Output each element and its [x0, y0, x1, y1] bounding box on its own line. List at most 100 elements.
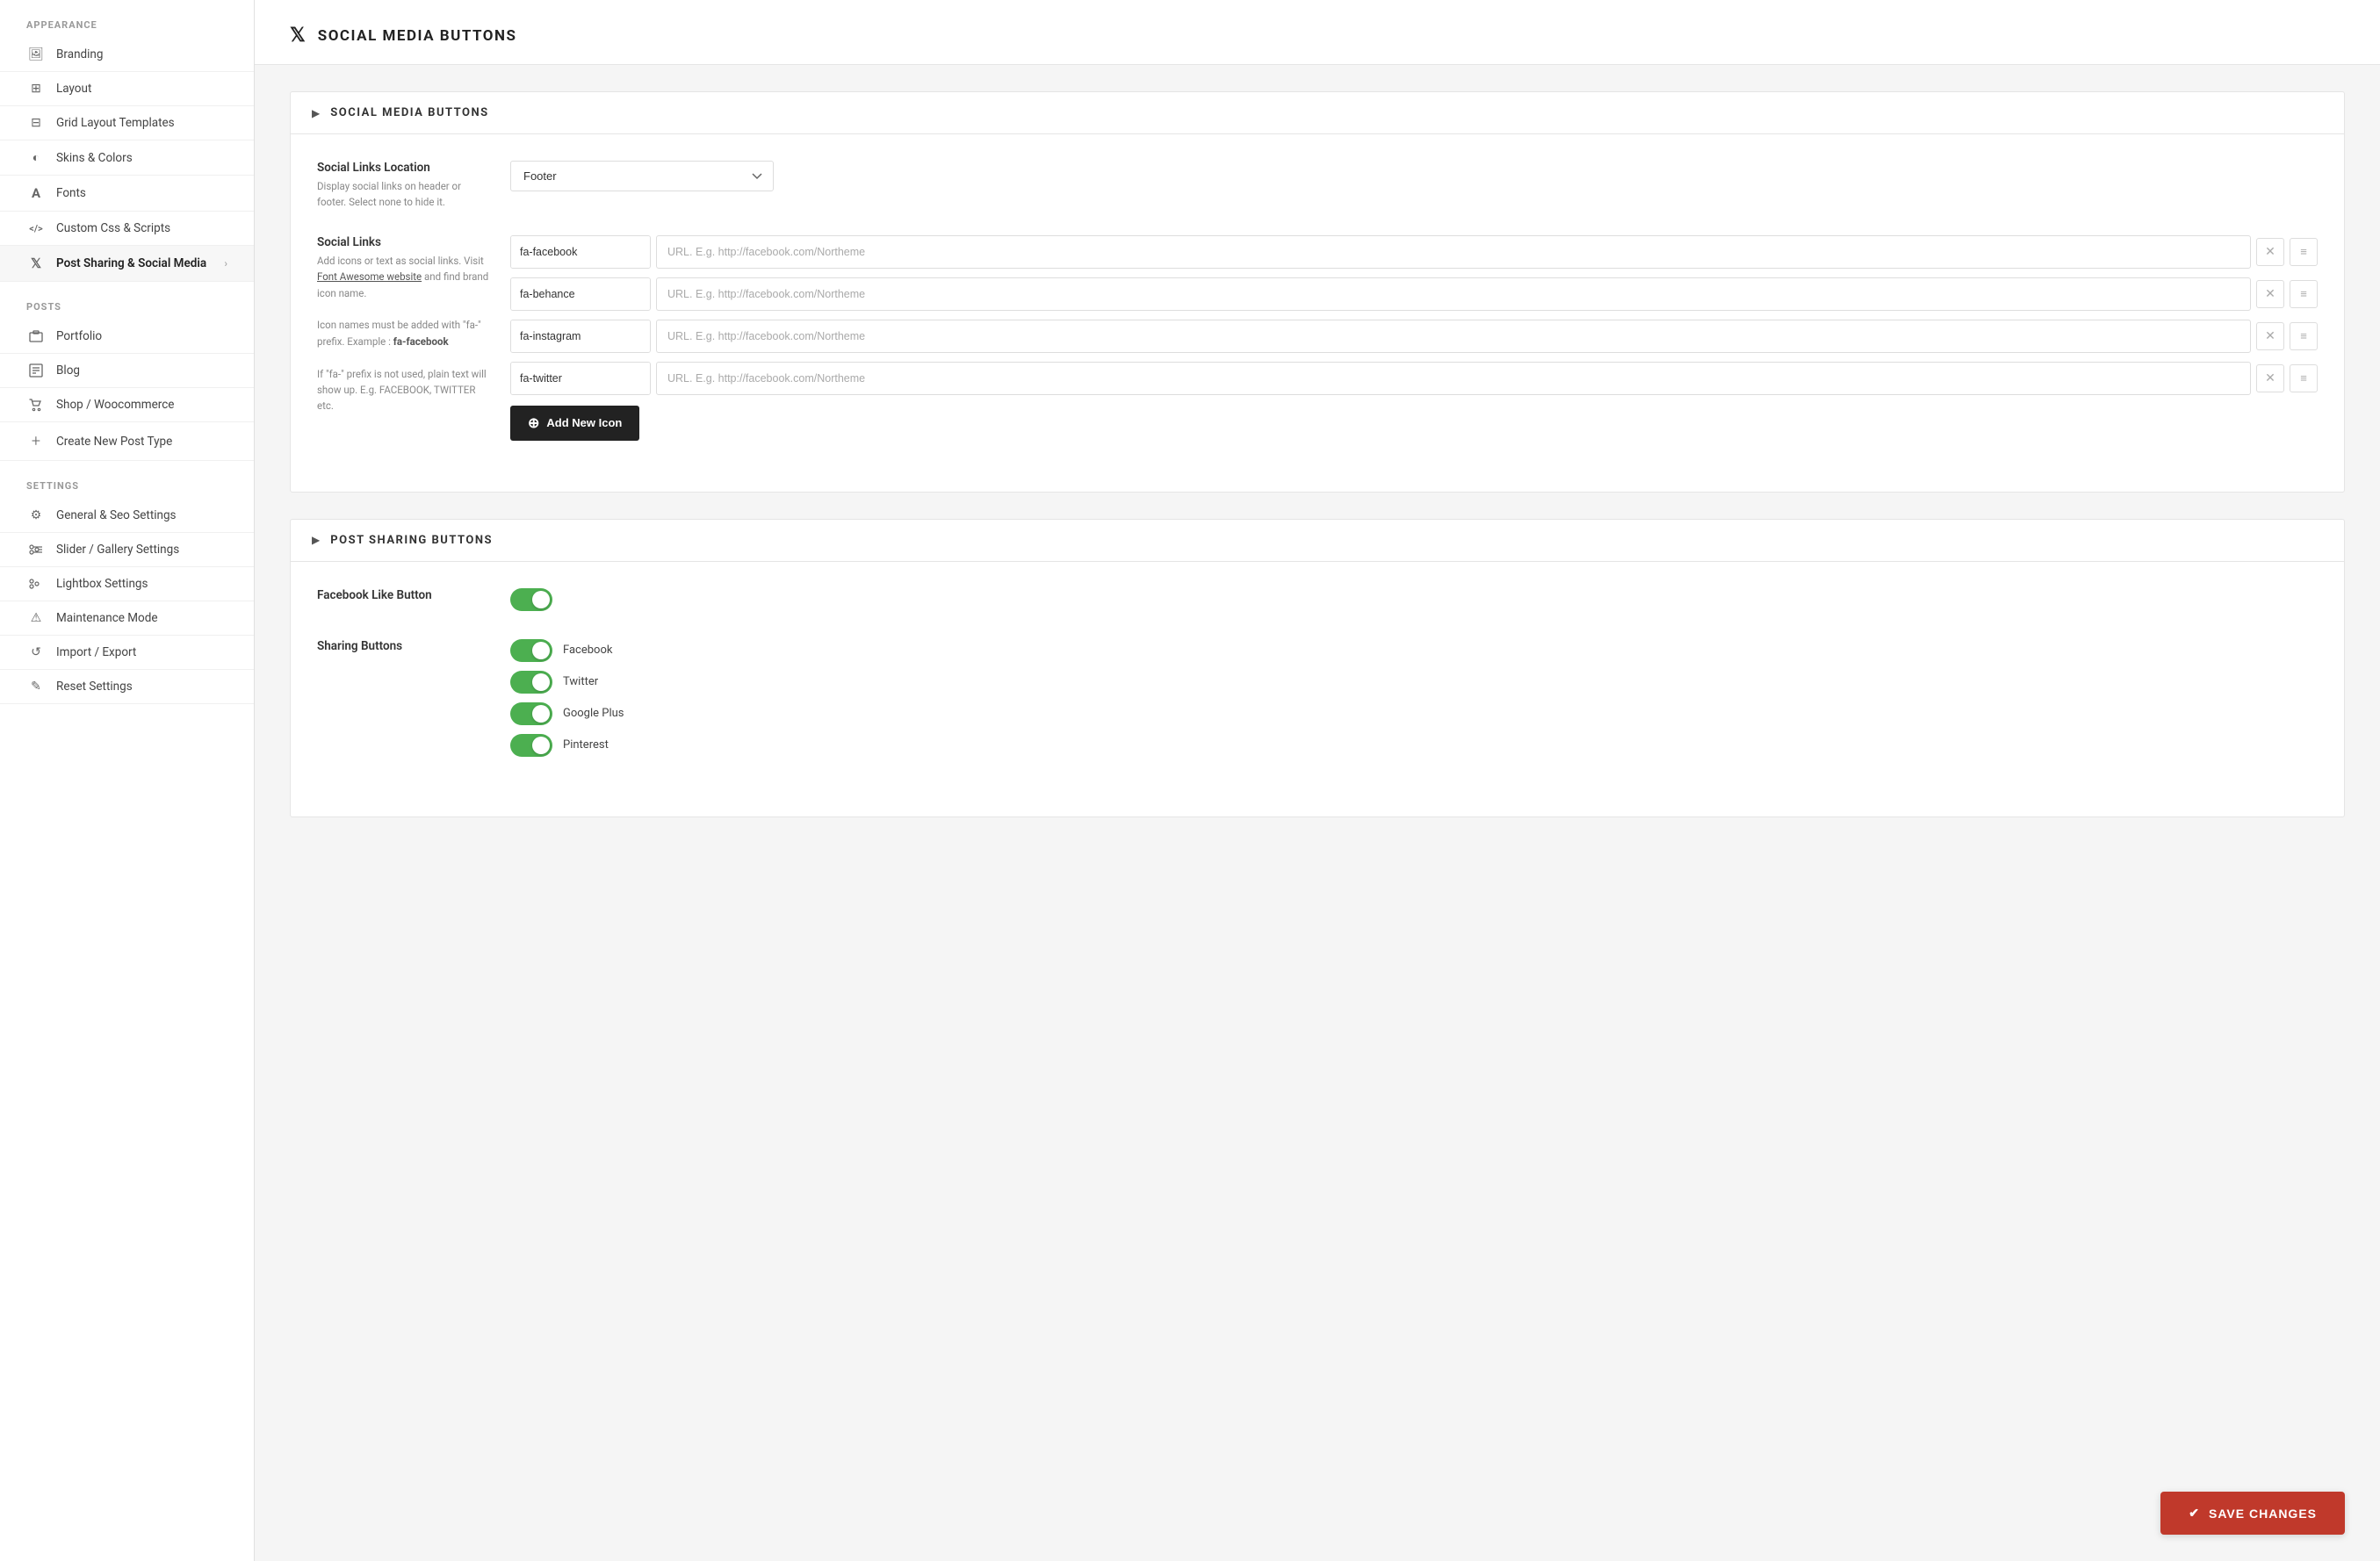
sharing-buttons-control: Facebook Twitter	[510, 639, 2318, 766]
url-input-facebook[interactable]	[656, 235, 2251, 269]
social-links-desc-text-3: Icon names must be added with "fa-" pref…	[317, 319, 481, 347]
sidebar-appearance-label: APPEARANCE	[0, 0, 254, 38]
add-icon-plus: ⊕	[528, 414, 539, 432]
drag-handle-twitter[interactable]: ≡	[2290, 364, 2318, 392]
social-link-row-facebook: f ✕ ≡	[510, 235, 2318, 269]
social-links-label: Social Links	[317, 235, 493, 249]
url-input-behance[interactable]	[656, 277, 2251, 311]
sidebar-item-label: Fonts	[56, 186, 86, 200]
post-sharing-section-title: POST SHARING BUTTONS	[330, 534, 493, 547]
twitter-sidebar-icon: 𝕏	[26, 255, 46, 271]
sidebar-item-maintenance[interactable]: ⚠ Maintenance Mode	[0, 601, 254, 636]
social-links-location-desc: Display social links on header or footer…	[317, 178, 493, 211]
sharing-buttons-label: Sharing Buttons	[317, 639, 493, 653]
social-links-label-col: Social Links Add icons or text as social…	[317, 235, 510, 414]
remove-link-behance[interactable]: ✕	[2256, 280, 2284, 308]
social-link-row-twitter: ✕ ≡	[510, 362, 2318, 395]
layout-icon: ⊞	[26, 82, 46, 96]
sidebar-item-skins-colors[interactable]: ◐ Skins & Colors	[0, 140, 254, 176]
social-link-row-instagram: ✕ ≡	[510, 320, 2318, 353]
icon-name-input-twitter[interactable]	[511, 363, 651, 394]
sidebar-item-layout[interactable]: ⊞ Layout	[0, 72, 254, 106]
facebook-like-row: Facebook Like Button	[317, 588, 2318, 615]
icon-name-wrap-twitter	[510, 362, 651, 395]
sidebar-item-branding[interactable]: 🖼 Branding	[0, 38, 254, 72]
sidebar-item-create-post-type[interactable]: + Create New Post Type	[0, 422, 254, 461]
sharing-google-plus-slider	[510, 702, 552, 725]
social-links-location-row: Social Links Location Display social lin…	[317, 161, 2318, 211]
page-header: 𝕏 SOCIAL MEDIA BUTTONS	[255, 0, 2380, 65]
sharing-buttons-label-col: Sharing Buttons	[317, 639, 510, 657]
sidebar-item-post-sharing[interactable]: 𝕏 Post Sharing & Social Media ›	[0, 246, 254, 282]
post-sharing-section-header[interactable]: ▶ POST SHARING BUTTONS	[291, 520, 2344, 562]
sidebar-item-slider-gallery[interactable]: Slider / Gallery Settings	[0, 533, 254, 567]
facebook-like-label: Facebook Like Button	[317, 588, 493, 602]
sidebar-item-custom-css[interactable]: </> Custom Css & Scripts	[0, 212, 254, 246]
social-links-location-label: Social Links Location	[317, 161, 493, 175]
sidebar-item-shop[interactable]: Shop / Woocommerce	[0, 388, 254, 422]
sharing-twitter-label: Twitter	[563, 675, 598, 688]
sidebar-item-label: Maintenance Mode	[56, 611, 158, 625]
reset-icon: ✎	[26, 680, 46, 694]
main-content: 𝕏 SOCIAL MEDIA BUTTONS ▶ SOCIAL MEDIA BU…	[255, 0, 2380, 1561]
content-area: ▶ SOCIAL MEDIA BUTTONS Social Links Loca…	[255, 65, 2380, 870]
sidebar-item-label: Shop / Woocommerce	[56, 398, 174, 412]
sidebar: APPEARANCE 🖼 Branding ⊞ Layout ⊟ Grid La…	[0, 0, 255, 1561]
sidebar-item-label: Create New Post Type	[56, 435, 172, 449]
social-media-section-title: SOCIAL MEDIA BUTTONS	[330, 106, 488, 119]
sharing-google-plus-wrap: Google Plus	[510, 702, 2318, 725]
social-links-location-label-col: Social Links Location Display social lin…	[317, 161, 510, 211]
sidebar-item-reset-settings[interactable]: ✎ Reset Settings	[0, 670, 254, 704]
social-media-section-body: Social Links Location Display social lin…	[291, 134, 2344, 492]
icon-name-input-behance[interactable]	[511, 278, 651, 310]
facebook-like-label-col: Facebook Like Button	[317, 588, 510, 606]
icon-name-wrap-behance: Bē	[510, 277, 651, 311]
sharing-google-plus-toggle[interactable]	[510, 702, 552, 725]
save-check-icon: ✔	[2189, 1506, 2200, 1521]
icon-name-input-facebook[interactable]	[511, 236, 651, 268]
sidebar-item-label: Lightbox Settings	[56, 577, 148, 591]
facebook-like-toggle[interactable]	[510, 588, 552, 611]
sharing-pinterest-wrap: Pinterest	[510, 734, 2318, 757]
general-seo-icon: ⚙	[26, 508, 46, 522]
sharing-facebook-slider	[510, 639, 552, 662]
sidebar-item-lightbox[interactable]: Lightbox Settings	[0, 567, 254, 601]
sidebar-item-blog[interactable]: Blog	[0, 354, 254, 388]
social-media-section-header[interactable]: ▶ SOCIAL MEDIA BUTTONS	[291, 92, 2344, 134]
sidebar-item-grid-layout-templates[interactable]: ⊟ Grid Layout Templates	[0, 106, 254, 140]
drag-handle-facebook[interactable]: ≡	[2290, 238, 2318, 266]
social-link-row-behance: Bē ✕ ≡	[510, 277, 2318, 311]
add-new-icon-button[interactable]: ⊕ Add New Icon	[510, 406, 639, 441]
sharing-pinterest-toggle[interactable]	[510, 734, 552, 757]
sharing-google-plus-label: Google Plus	[563, 707, 624, 720]
maintenance-icon: ⚠	[26, 611, 46, 625]
post-sharing-arrow-icon: ▶	[312, 534, 320, 546]
sidebar-item-label: Grid Layout Templates	[56, 116, 175, 130]
page-title: SOCIAL MEDIA BUTTONS	[318, 27, 517, 45]
remove-link-facebook[interactable]: ✕	[2256, 238, 2284, 266]
social-links-location-control: None Header Footer	[510, 161, 2318, 191]
sidebar-item-portfolio[interactable]: Portfolio	[0, 320, 254, 354]
sharing-facebook-wrap: Facebook	[510, 639, 2318, 662]
social-media-section: ▶ SOCIAL MEDIA BUTTONS Social Links Loca…	[290, 91, 2345, 493]
skins-icon: ◐	[26, 150, 46, 165]
sharing-twitter-toggle[interactable]	[510, 671, 552, 694]
save-changes-label: SAVE CHANGES	[2209, 1507, 2317, 1521]
sidebar-item-label: Skins & Colors	[56, 151, 133, 165]
drag-handle-behance[interactable]: ≡	[2290, 280, 2318, 308]
social-links-location-select[interactable]: None Header Footer	[510, 161, 774, 191]
font-awesome-link[interactable]: Font Awesome website	[317, 270, 422, 283]
sidebar-item-import-export[interactable]: ↺ Import / Export	[0, 636, 254, 670]
sidebar-item-general-seo[interactable]: ⚙ General & Seo Settings	[0, 499, 254, 533]
sidebar-item-fonts[interactable]: A Fonts	[0, 176, 254, 212]
sharing-facebook-toggle[interactable]	[510, 639, 552, 662]
drag-handle-instagram[interactable]: ≡	[2290, 322, 2318, 350]
blog-icon	[26, 363, 46, 378]
remove-link-twitter[interactable]: ✕	[2256, 364, 2284, 392]
facebook-like-control	[510, 588, 2318, 615]
url-input-instagram[interactable]	[656, 320, 2251, 353]
save-changes-button[interactable]: ✔ SAVE CHANGES	[2160, 1492, 2345, 1535]
url-input-twitter[interactable]	[656, 362, 2251, 395]
icon-name-input-instagram[interactable]	[511, 320, 651, 352]
remove-link-instagram[interactable]: ✕	[2256, 322, 2284, 350]
